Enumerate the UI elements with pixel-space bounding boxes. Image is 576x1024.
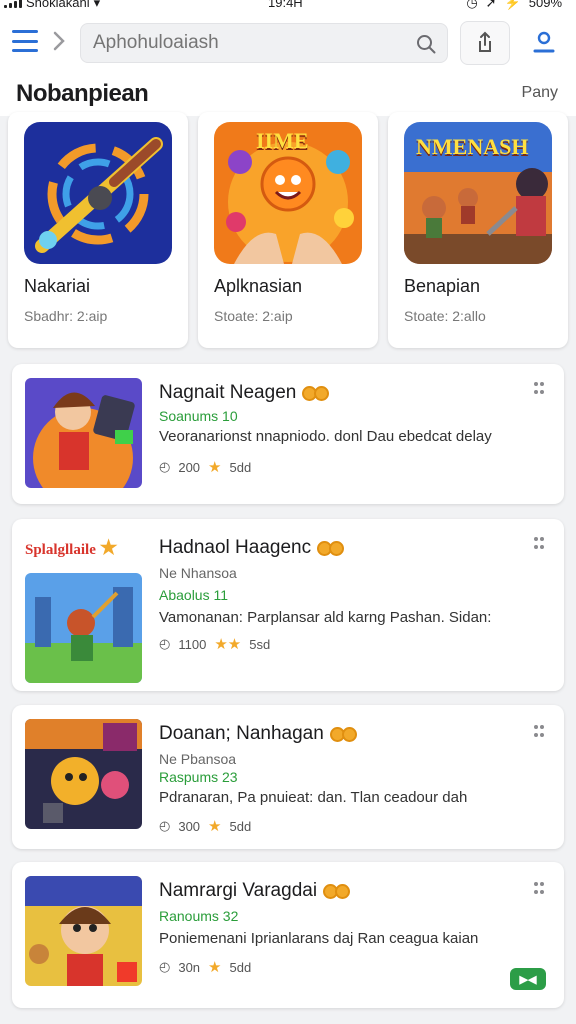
featured-name: Nakariai (24, 276, 91, 296)
search-box[interactable] (80, 23, 448, 63)
download-icon: ◴ (159, 459, 171, 474)
featured-banner: NMENASH (416, 134, 529, 159)
star-icon: ★ (208, 959, 222, 976)
section-title: Nobanpiean (16, 80, 149, 107)
list-highlight: Soanums 10 (159, 408, 238, 424)
list-subtitle: Ne Nhansoa (159, 565, 237, 581)
search-input[interactable] (93, 24, 403, 62)
charging-icon: ⚡ (504, 0, 521, 10)
top-bar (0, 14, 576, 76)
hero-game-icon: NMENASH (404, 122, 552, 264)
game-thumbnail (25, 573, 142, 683)
list-description: Vamonanan: Parplansar ald karng Pashan. … (159, 609, 492, 626)
list-description: Pdranaran, Pa pnuieat: dan. Tlan ceadour… (159, 789, 468, 806)
game-thumbnail (25, 378, 142, 488)
list-title: Hadnaol Haagenc (159, 537, 345, 559)
install-button[interactable]: ▶◀ (510, 968, 546, 990)
list-meta: ◴ 200 ★ 5dd (159, 459, 252, 476)
list-highlight: Raspums 23 (159, 769, 238, 785)
list-title: Namrargi Varagdai (159, 880, 351, 902)
star-icon: ★ (208, 818, 222, 835)
section-link[interactable]: Pany (522, 84, 558, 102)
hamburger-menu-icon[interactable] (12, 30, 38, 52)
account-button[interactable] (528, 26, 560, 60)
signal-icon (4, 0, 22, 8)
more-options-icon[interactable] (534, 382, 546, 400)
search-icon[interactable] (415, 33, 437, 55)
star-icon: ★★ (214, 636, 242, 653)
wifi-icon: ▾ (93, 0, 101, 10)
list-item[interactable]: Nagnait Neagen Soanums 10 Veoranarionst … (12, 364, 564, 504)
coin-icon (335, 883, 351, 899)
featured-subtitle: Stoate: 2:aip (214, 308, 293, 324)
list-highlight: Abaolus 11 (159, 587, 229, 603)
status-time: 19:4H (268, 0, 303, 10)
list-title: Doanan; Nanhagan (159, 723, 357, 745)
play-icon: ▶◀ (519, 973, 537, 986)
download-icon: ◴ (159, 636, 171, 651)
status-bar: Shokiakani ▾ 19:4H ◷ ➚ ⚡ 509% (0, 0, 576, 14)
status-right: ◷ ➚ ⚡ 509% (466, 0, 562, 10)
alarm-icon: ◷ (466, 0, 478, 10)
featured-card[interactable]: Nakariai Sbadhr: 2:aip (8, 112, 188, 348)
section-header: Nobanpiean Pany (0, 76, 576, 116)
featured-subtitle: Sbadhr: 2:aip (24, 308, 108, 324)
more-options-icon[interactable] (534, 537, 546, 555)
location-icon: ➚ (485, 0, 497, 10)
game-thumbnail (25, 876, 142, 986)
carrier-name: Shokiakani (26, 0, 90, 10)
star-icon: ★ (99, 537, 118, 559)
list-meta: ◴ 1100 ★★ 5sd (159, 636, 271, 653)
list-description: Veoranarionst nnapniodo. donl Dau ebedca… (159, 428, 492, 445)
list-item[interactable]: Splalgllaile ★ Hadnaol Haagenc Ne Nhanso… (12, 519, 564, 691)
user-icon (533, 31, 555, 53)
share-button[interactable] (460, 21, 510, 65)
download-icon: ◴ (159, 818, 171, 833)
chevron-right-icon[interactable] (50, 28, 68, 54)
status-left: Shokiakani ▾ (4, 0, 101, 10)
coin-icon (314, 385, 330, 401)
list-item[interactable]: Doanan; Nanhagan Ne Pbansoa Raspums 23 P… (12, 705, 564, 849)
coin-icon (341, 726, 357, 742)
share-icon (479, 31, 491, 52)
brush-wheel-icon (24, 122, 172, 264)
featured-card[interactable]: NMENASH Benapian Stoate: 2:allo (388, 112, 568, 348)
more-options-icon[interactable] (534, 882, 546, 900)
star-icon: ★ (208, 459, 222, 476)
download-icon: ◴ (159, 959, 171, 974)
list-highlight: Ranoums 32 (159, 908, 239, 924)
list-meta: ◴ 30n ★ 5dd (159, 959, 252, 976)
game-thumbnail (25, 719, 142, 829)
list-meta: ◴ 300 ★ 5dd (159, 818, 252, 835)
featured-card[interactable]: IIME Aplknasian Stoate: 2:aip (198, 112, 378, 348)
game-logo-badge: Splalgllaile ★ (25, 537, 118, 559)
list-title: Nagnait Neagen (159, 382, 330, 404)
coin-icon (329, 540, 345, 556)
time-game-icon: IIME (214, 122, 362, 264)
more-options-icon[interactable] (534, 725, 546, 743)
featured-subtitle: Stoate: 2:allo (404, 308, 486, 324)
list-description: Poniemenani Iprianlarans daj Ran ceagua … (159, 930, 479, 947)
battery-percent: 509% (528, 0, 562, 10)
list-item[interactable]: Namrargi Varagdai Ranoums 32 Poniemenani… (12, 862, 564, 1008)
featured-name: Aplknasian (214, 276, 303, 296)
featured-name: Benapian (404, 276, 481, 296)
list-subtitle: Ne Pbansoa (159, 751, 237, 767)
featured-banner: IIME (256, 128, 309, 153)
featured-carousel: Nakariai Sbadhr: 2:aip IIME Aplknasian S… (0, 112, 576, 356)
